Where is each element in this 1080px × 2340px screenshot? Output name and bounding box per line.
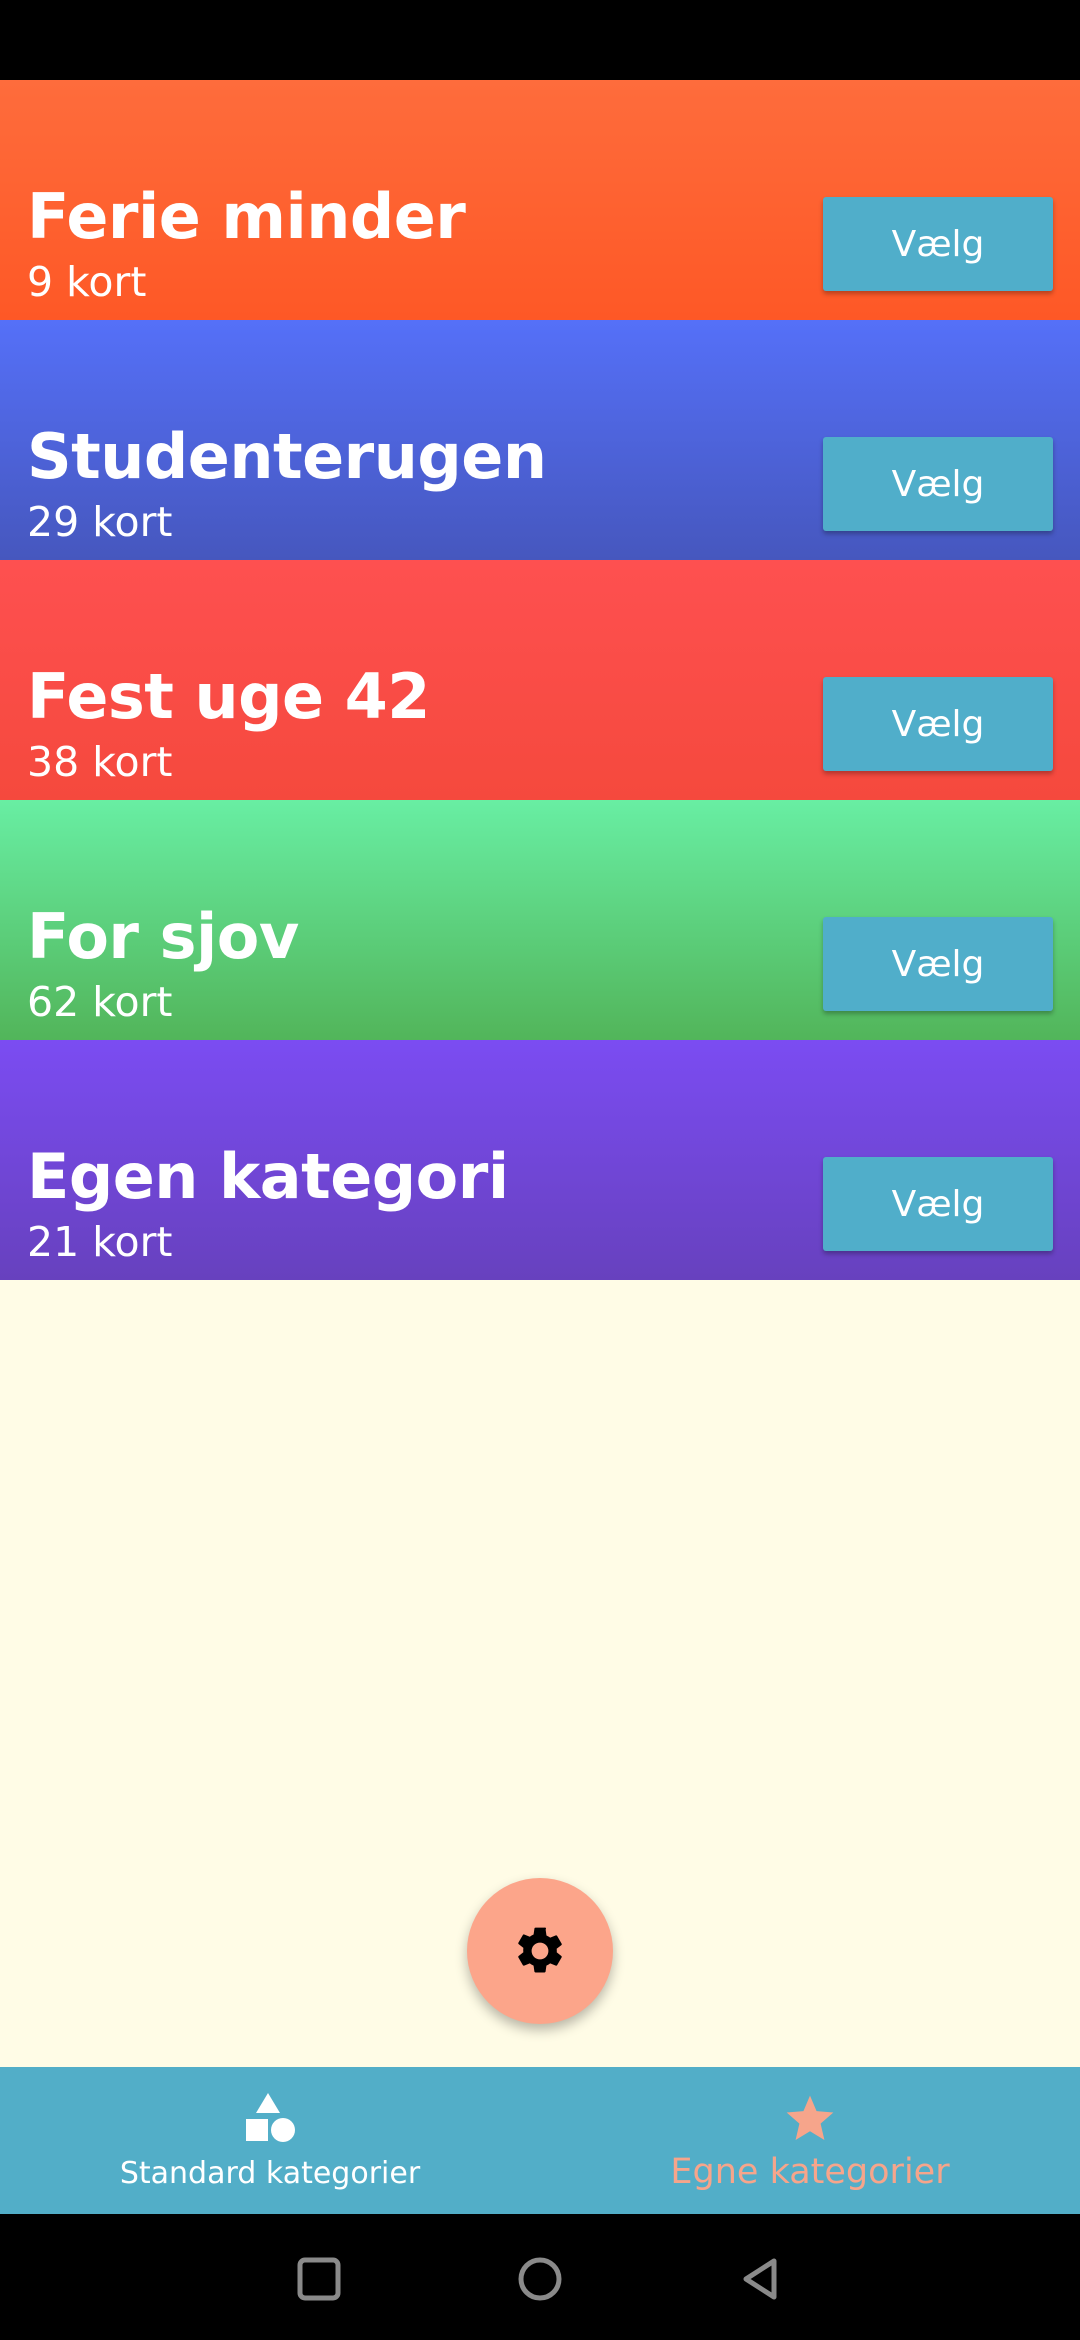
nav-standard-categories[interactable]: Standard kategorier (0, 2067, 540, 2214)
category-count: 9 kort (27, 258, 147, 306)
recents-icon[interactable] (294, 2254, 344, 2304)
category-row: Studenterugen 29 kort Vælg (0, 320, 1080, 560)
system-navigation-bar (0, 2214, 1080, 2340)
category-count: 38 kort (27, 738, 173, 786)
screen: Ferie minder 9 kort Vælg Studenterugen 2… (0, 0, 1080, 2340)
nav-label: Standard kategorier (119, 2156, 421, 2191)
select-button[interactable]: Vælg (823, 197, 1053, 291)
category-count: 21 kort (27, 1218, 173, 1266)
category-list: Ferie minder 9 kort Vælg Studenterugen 2… (0, 80, 1080, 1280)
select-button[interactable]: Vælg (823, 917, 1053, 1011)
back-icon[interactable] (736, 2254, 786, 2304)
category-title: Egen kategori (27, 1140, 509, 1213)
category-title: Studenterugen (27, 420, 547, 493)
nav-label: Egne kategorier (670, 2152, 950, 2192)
category-title: Ferie minder (27, 180, 466, 253)
category-row: Egen kategori 21 kort Vælg (0, 1040, 1080, 1280)
category-title: Fest uge 42 (27, 660, 430, 733)
category-title: For sjov (27, 900, 299, 973)
bottom-navigation: Standard kategorier Egne kategorier (0, 2067, 1080, 2214)
category-count: 29 kort (27, 498, 173, 546)
category-row: Ferie minder 9 kort Vælg (0, 80, 1080, 320)
gear-icon (518, 1927, 562, 1973)
status-bar (0, 0, 1080, 80)
select-button[interactable]: Vælg (823, 677, 1053, 771)
nav-custom-categories[interactable]: Egne kategorier (540, 2067, 1080, 2214)
shapes-icon (246, 2093, 295, 2142)
category-row: For sjov 62 kort Vælg (0, 800, 1080, 1040)
category-count: 62 kort (27, 978, 173, 1026)
category-row: Fest uge 42 38 kort Vælg (0, 560, 1080, 800)
settings-fab[interactable] (467, 1878, 613, 2024)
star-icon (786, 2095, 834, 2140)
select-button[interactable]: Vælg (823, 1157, 1053, 1251)
home-icon[interactable] (515, 2254, 565, 2304)
select-button[interactable]: Vælg (823, 437, 1053, 531)
